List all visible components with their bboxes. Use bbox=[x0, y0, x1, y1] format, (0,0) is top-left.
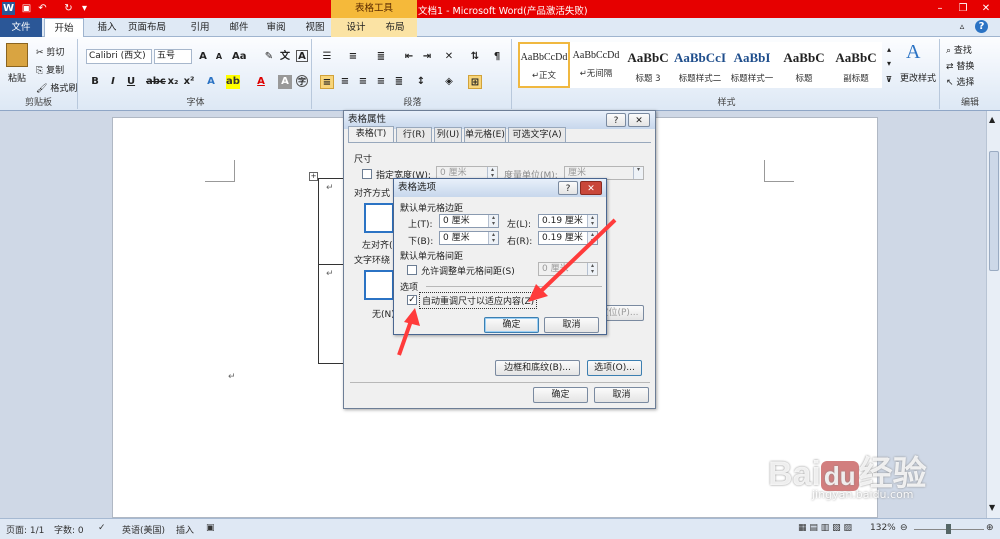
arrow-to-checkbox-2 bbox=[397, 317, 414, 356]
arrow-to-checkbox bbox=[536, 218, 617, 296]
arrowhead-2 bbox=[404, 308, 420, 326]
annotation-arrows bbox=[397, 218, 617, 356]
